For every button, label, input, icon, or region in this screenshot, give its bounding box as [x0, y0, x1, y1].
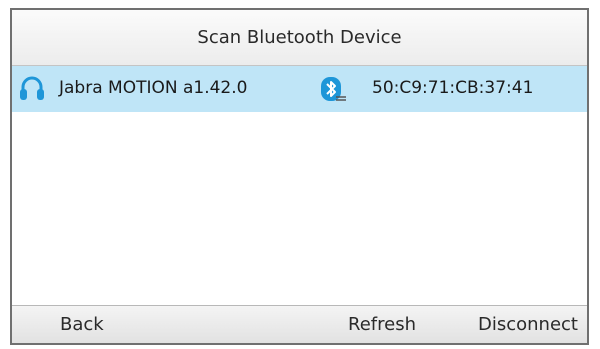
headset-icon [20, 76, 44, 100]
refresh-softkey[interactable]: Refresh [348, 306, 416, 343]
phone-screen: Scan Bluetooth Device Jabra MOTION a1.42… [10, 8, 589, 345]
softkey-bar: Back Refresh Disconnect [12, 305, 587, 343]
bluetooth-connected-icon [321, 77, 346, 101]
screen-title: Scan Bluetooth Device [197, 27, 402, 48]
device-name: Jabra MOTION a1.42.0 [59, 78, 248, 98]
title-bar: Scan Bluetooth Device [12, 10, 587, 66]
device-mac-address: 50:C9:71:CB:37:41 [372, 78, 534, 98]
device-row-jabra[interactable]: Jabra MOTION a1.42.0 50:C9:71:CB:37:41 [12, 66, 587, 112]
back-softkey[interactable]: Back [60, 306, 104, 343]
disconnect-softkey[interactable]: Disconnect [478, 306, 578, 343]
device-list: Jabra MOTION a1.42.0 50:C9:71:CB:37:41 [12, 66, 587, 308]
